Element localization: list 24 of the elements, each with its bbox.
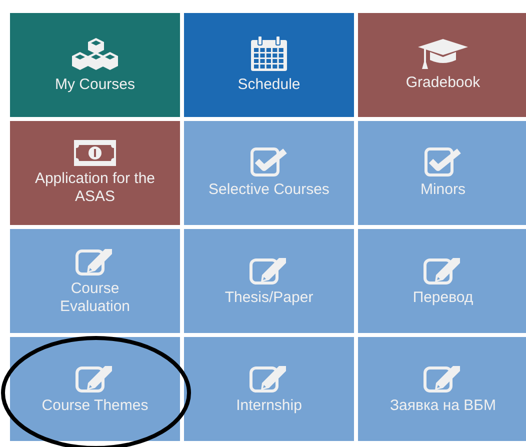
menu-tile[interactable]: Selective Courses [184, 121, 354, 225]
menu-tile[interactable]: Schedule [184, 13, 354, 117]
graduation-cap-icon [418, 38, 468, 70]
edit-icon [423, 255, 463, 285]
menu-tile[interactable]: Course Themes [10, 337, 180, 441]
edit-icon [75, 246, 115, 276]
edit-icon [249, 255, 289, 285]
checkbox-icon [424, 147, 462, 177]
calendar-icon [250, 36, 288, 72]
menu-tile[interactable]: Заявка на ВБМ [358, 337, 526, 441]
menu-tile[interactable]: Course Evaluation [10, 229, 180, 333]
edit-icon [249, 363, 289, 393]
menu-tile[interactable]: Internship [184, 337, 354, 441]
edit-icon [423, 363, 463, 393]
menu-tile[interactable]: Minors [358, 121, 526, 225]
menu-tile[interactable]: Application for the ASAS [10, 121, 180, 225]
menu-tile[interactable]: Thesis/Paper [184, 229, 354, 333]
banknote-icon [74, 140, 116, 166]
edit-icon [75, 363, 115, 393]
menu-tile[interactable]: Gradebook [358, 13, 526, 117]
checkbox-icon [250, 147, 288, 177]
cubes-icon [71, 36, 119, 72]
menu-tile[interactable]: Перевод [358, 229, 526, 333]
menu-tile[interactable]: My Courses [10, 13, 180, 117]
